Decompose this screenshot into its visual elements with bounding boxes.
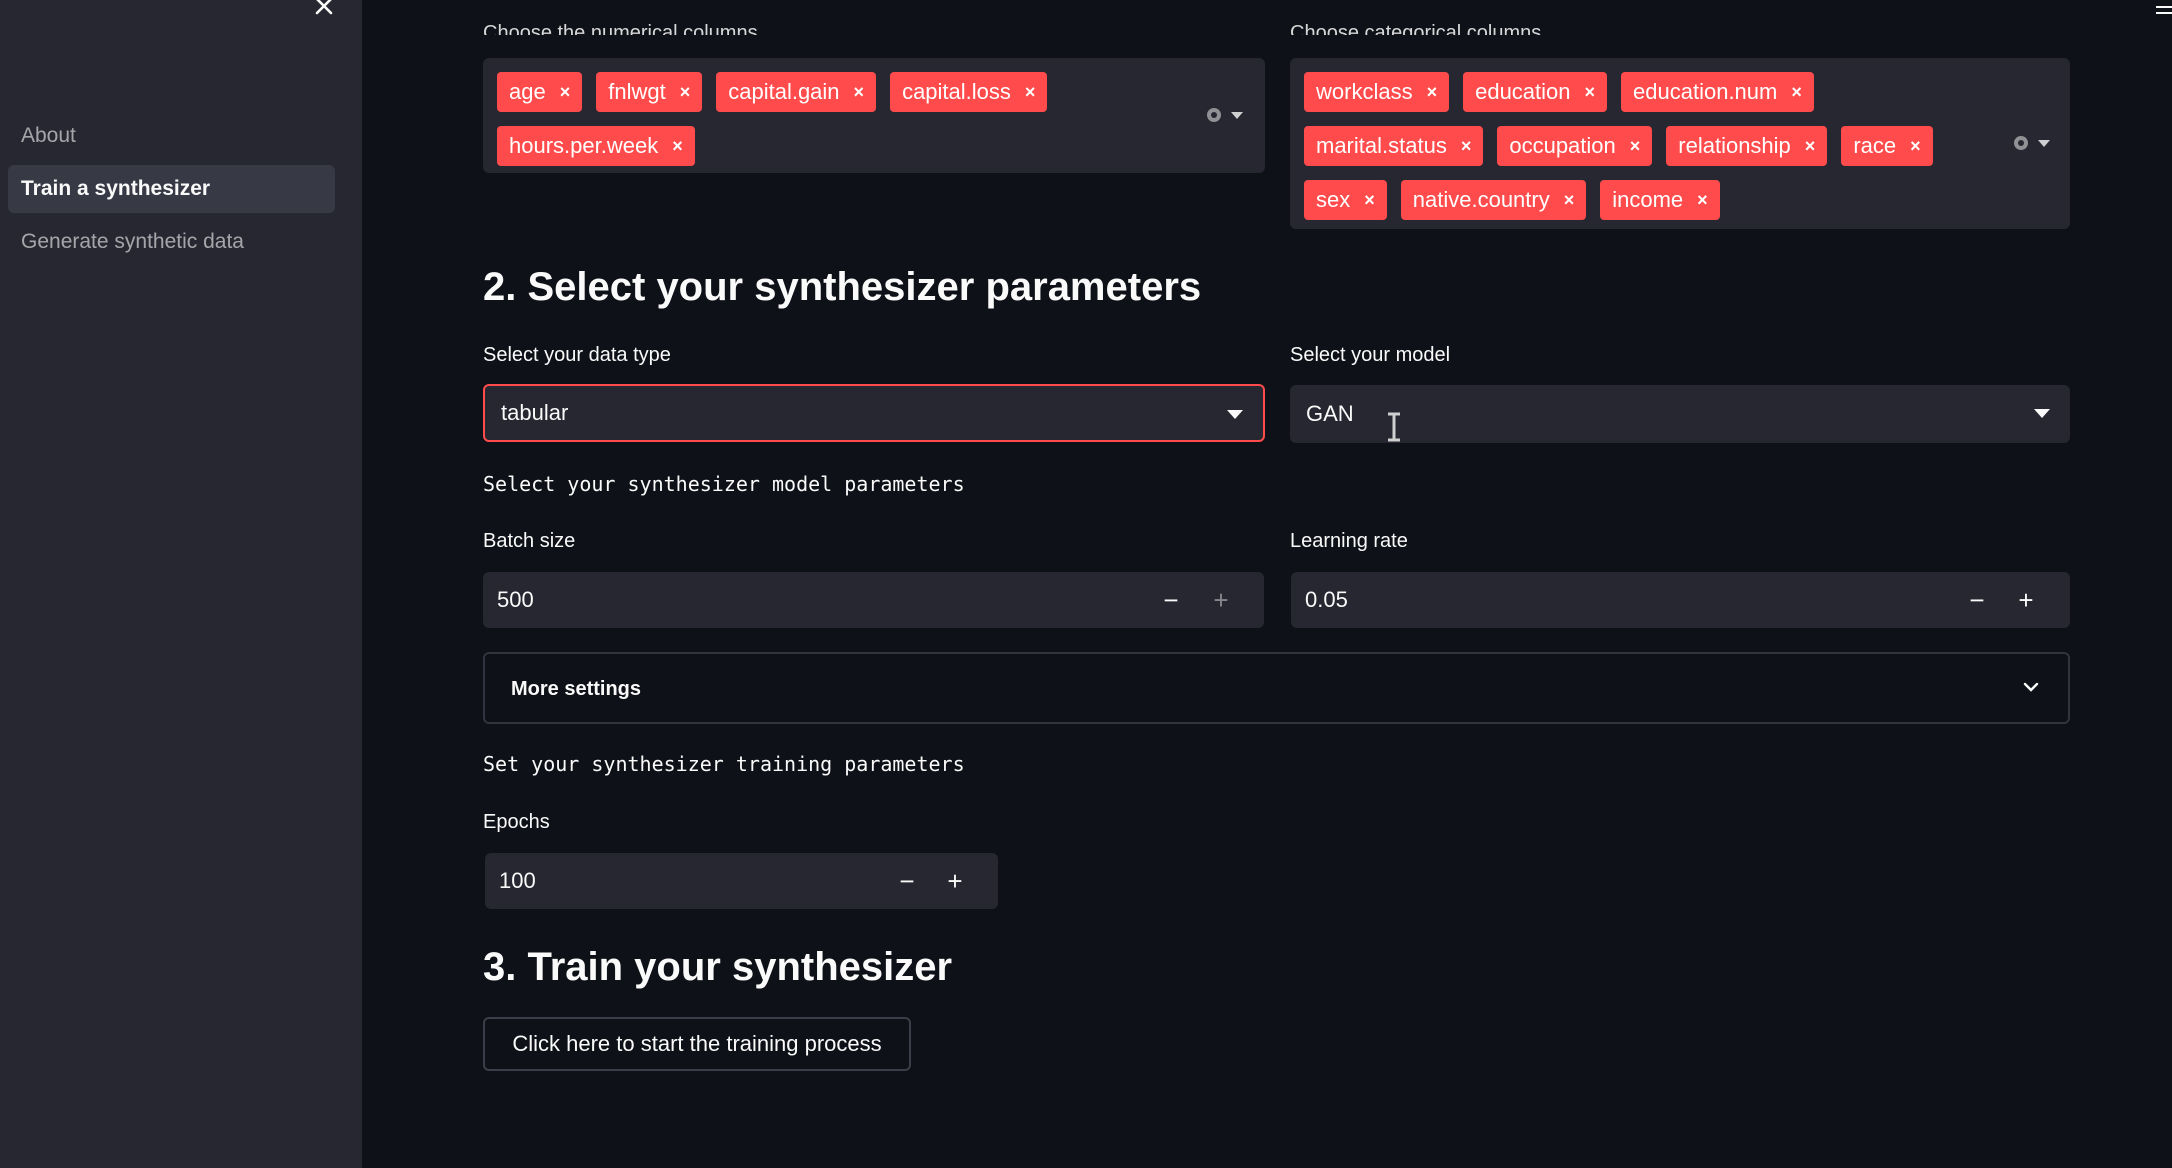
tag-fnlwgt: fnlwgt × [596, 72, 703, 112]
remove-tag-icon[interactable]: × [1427, 82, 1438, 103]
remove-tag-icon[interactable]: × [1910, 136, 1921, 157]
data-type-select[interactable]: tabular [483, 384, 1265, 442]
sidebar-item-about[interactable]: About [8, 112, 335, 160]
training-parameters-caption: Set your synthesizer training parameters [483, 752, 965, 776]
clear-all-icon[interactable] [2012, 134, 2030, 152]
epochs-input[interactable] [485, 853, 905, 909]
learning-rate-input[interactable] [1291, 572, 1971, 628]
tag-marital-status: marital.status × [1304, 126, 1484, 166]
batch-size-input-group: − + [483, 572, 1264, 628]
learning-rate-increment-button[interactable]: + [2002, 572, 2050, 628]
data-type-label: Select your data type [483, 344, 671, 366]
batch-size-label: Batch size [483, 530, 576, 552]
tag-workclass: workclass × [1304, 72, 1450, 112]
model-value: GAN [1306, 401, 1354, 426]
tag-education-num: education.num × [1621, 72, 1814, 112]
remove-tag-icon[interactable]: × [1461, 136, 1472, 157]
epochs-label: Epochs [483, 811, 550, 833]
remove-tag-icon[interactable]: × [1585, 82, 1596, 103]
data-type-value: tabular [501, 400, 569, 425]
tag-capital-loss: capital.loss × [890, 72, 1048, 112]
close-icon[interactable] [312, 0, 336, 18]
tag-native-country: native.country × [1400, 180, 1587, 220]
tag-relationship: relationship × [1666, 126, 1828, 166]
categorical-columns-label: Choose categorical columns [1290, 22, 1542, 35]
remove-tag-icon[interactable]: × [1364, 190, 1375, 211]
model-parameters-caption: Select your synthesizer model parameters [483, 472, 965, 496]
epochs-decrement-button[interactable]: − [883, 853, 931, 909]
chevron-down-icon [1227, 410, 1243, 419]
epochs-input-group: − + [485, 853, 998, 909]
batch-size-decrement-button[interactable]: − [1147, 572, 1195, 628]
section-2-heading: 2. Select your synthesizer parameters [483, 265, 1202, 309]
sidebar-item-generate-synthetic-data[interactable]: Generate synthetic data [8, 218, 335, 266]
categorical-columns-multiselect[interactable]: workclass × education × education.num × mar… [1290, 58, 2070, 229]
remove-tag-icon[interactable]: × [1791, 82, 1802, 103]
learning-rate-decrement-button[interactable]: − [1953, 572, 2001, 628]
sidebar-item-label: Train a synthesizer [21, 177, 211, 200]
more-settings-expander[interactable]: More settings [483, 652, 2070, 724]
remove-tag-icon[interactable]: × [560, 82, 571, 103]
model-label: Select your model [1290, 344, 1451, 366]
remove-tag-icon[interactable]: × [1697, 190, 1708, 211]
remove-tag-icon[interactable]: × [1025, 82, 1036, 103]
chevron-down-icon [2034, 409, 2050, 418]
hamburger-menu-icon[interactable] [2154, 2, 2172, 14]
sidebar-item-label: About [21, 124, 76, 147]
tag-education: education × [1463, 72, 1608, 112]
learning-rate-label: Learning rate [1290, 530, 1408, 552]
tag-capital-gain: capital.gain × [716, 72, 877, 112]
remove-tag-icon[interactable]: × [1564, 190, 1575, 211]
tag-race: race × [1841, 126, 1933, 166]
sidebar: About Train a synthesizer Generate synth… [0, 0, 362, 1168]
more-settings-label: More settings [511, 678, 642, 700]
tag-income: income × [1600, 180, 1720, 220]
batch-size-increment-button[interactable]: + [1197, 572, 1245, 628]
section-3-heading: 3. Train your synthesizer [483, 945, 953, 989]
dropdown-caret-icon[interactable] [2038, 139, 2050, 147]
numerical-columns-multiselect[interactable]: age × fnlwgt × capital.gain × capital.loss ×… [483, 58, 1265, 173]
remove-tag-icon[interactable]: × [672, 136, 683, 157]
numerical-columns-label: Choose the numerical columns [483, 22, 758, 35]
clear-all-icon[interactable] [1205, 106, 1223, 124]
remove-tag-icon[interactable]: × [1630, 136, 1641, 157]
text-cursor-icon [1388, 412, 1400, 442]
learning-rate-input-group: − + [1291, 572, 2070, 628]
remove-tag-icon[interactable]: × [854, 82, 865, 103]
model-select[interactable]: GAN [1290, 385, 2070, 443]
dropdown-caret-icon[interactable] [1231, 111, 1243, 119]
start-training-button[interactable]: Click here to start the training process [483, 1017, 911, 1071]
batch-size-input[interactable] [483, 572, 1163, 628]
sidebar-item-train-a-synthesizer[interactable]: Train a synthesizer [8, 165, 335, 213]
tag-occupation: occupation × [1497, 126, 1653, 166]
tag-sex: sex × [1304, 180, 1387, 220]
tag-age: age × [497, 72, 583, 112]
epochs-increment-button[interactable]: + [931, 853, 979, 909]
remove-tag-icon[interactable]: × [1805, 136, 1816, 157]
chevron-down-icon [2023, 682, 2039, 692]
tag-hours-per-week: hours.per.week × [497, 126, 695, 166]
remove-tag-icon[interactable]: × [680, 82, 691, 103]
sidebar-item-label: Generate synthetic data [21, 230, 244, 253]
